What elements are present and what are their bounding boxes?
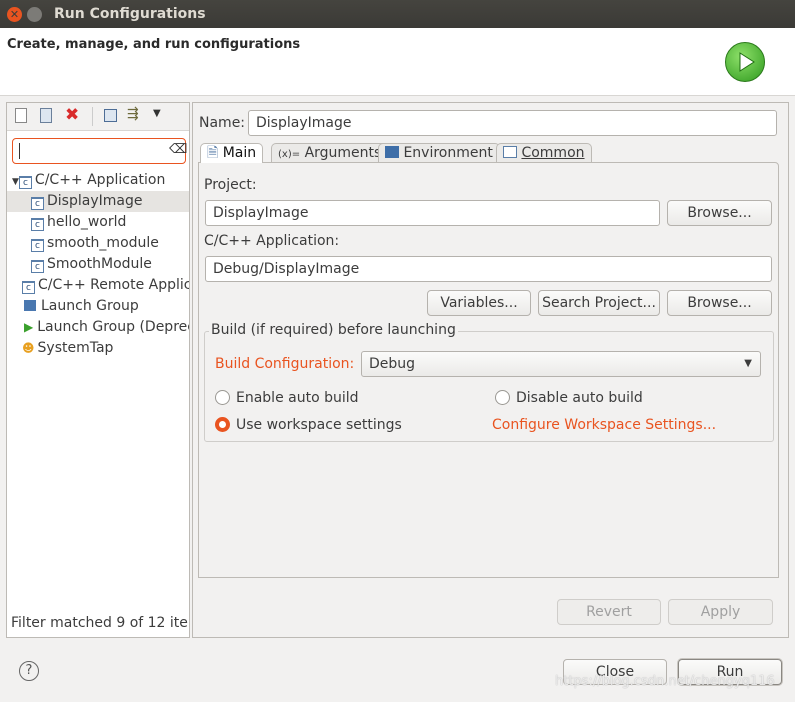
browse-project-button[interactable]: Browse... bbox=[667, 200, 772, 226]
new-config-icon[interactable] bbox=[15, 108, 27, 123]
tree-label: hello_world bbox=[47, 214, 127, 230]
dropdown-arrow-icon: ▼ bbox=[744, 358, 752, 369]
tree-label: C/C++ Application bbox=[34, 172, 166, 188]
tab-common[interactable]: Common bbox=[496, 143, 592, 163]
use-workspace-settings-radio[interactable]: Use workspace settings bbox=[215, 417, 402, 433]
dialog-subtitle: Create, manage, and run configurations bbox=[7, 37, 301, 52]
tab-label: Arguments bbox=[304, 145, 382, 161]
tree-item-cpp-application[interactable]: ▼ c C/C++ Application bbox=[7, 170, 189, 191]
launch-group-icon bbox=[24, 300, 36, 311]
application-label: C/C++ Application: bbox=[204, 233, 340, 249]
common-icon bbox=[503, 146, 517, 158]
revert-button[interactable]: Revert bbox=[557, 599, 661, 625]
radio-label: Use workspace settings bbox=[236, 417, 402, 433]
tree-label: Launch Group bbox=[41, 298, 139, 314]
name-input[interactable]: DisplayImage bbox=[248, 110, 777, 136]
main-tab-content: Project: DisplayImage Browse... C/C++ Ap… bbox=[198, 162, 779, 578]
title-bar: ✕ Run Configurations bbox=[0, 0, 795, 28]
tree-label: C/C++ Remote Application bbox=[38, 277, 189, 293]
toolbar-divider bbox=[92, 107, 93, 126]
tab-label: Common bbox=[521, 145, 585, 161]
tree-item-launch-group-deprecated[interactable]: ▶Launch Group (Deprecated) bbox=[7, 317, 189, 338]
cpp-remote-icon: c bbox=[22, 281, 35, 294]
run-icon bbox=[725, 42, 765, 82]
watermark: https://blog.csdn.net/chengyq116 bbox=[555, 674, 775, 689]
window-title: Run Configurations bbox=[54, 6, 206, 22]
config-tree: ▼ c C/C++ Application c DisplayImage c hello… bbox=[7, 170, 189, 360]
text-cursor bbox=[19, 143, 20, 159]
tab-arguments[interactable]: (x)= Arguments bbox=[271, 143, 389, 163]
search-project-button[interactable]: Search Project... bbox=[538, 290, 660, 316]
tab-label: Main bbox=[222, 145, 257, 161]
cpp-config-icon: c bbox=[31, 239, 44, 252]
filter-input[interactable]: ⌫ bbox=[12, 138, 187, 164]
tree-item-cpp-remote[interactable]: cC/C++ Remote Application bbox=[7, 275, 189, 296]
duplicate-icon[interactable] bbox=[40, 108, 52, 123]
browse-application-button[interactable]: Browse... bbox=[667, 290, 772, 316]
tab-environment[interactable]: Environment bbox=[378, 143, 500, 163]
name-label: Name: bbox=[199, 115, 246, 131]
tree-item-systemtap[interactable]: ☻ SystemTap bbox=[7, 338, 189, 359]
radio-icon bbox=[495, 390, 510, 405]
cpp-config-icon: c bbox=[31, 260, 44, 273]
help-icon[interactable]: ? bbox=[19, 661, 39, 681]
radio-label: Disable auto build bbox=[516, 390, 643, 406]
expand-arrow-icon[interactable]: ▼ bbox=[12, 177, 19, 187]
build-group: Build (if required) before launching Bui… bbox=[204, 322, 774, 442]
application-input[interactable]: Debug/DisplayImage bbox=[205, 256, 772, 282]
configure-workspace-link[interactable]: Configure Workspace Settings... bbox=[492, 417, 716, 433]
variables-button[interactable]: Variables... bbox=[427, 290, 531, 316]
build-config-label: Build Configuration: bbox=[215, 356, 355, 372]
radio-selected-icon bbox=[215, 417, 230, 432]
tree-item-launch-group[interactable]: Launch Group bbox=[7, 296, 189, 317]
cpp-config-icon: c bbox=[31, 197, 44, 210]
arguments-icon: (x)= bbox=[278, 149, 301, 160]
enable-auto-build-radio[interactable]: Enable auto build bbox=[215, 390, 359, 406]
clear-filter-icon[interactable]: ⌫ bbox=[169, 142, 187, 157]
tree-item-smooth-module[interactable]: c smooth_module bbox=[7, 233, 189, 254]
project-input[interactable]: DisplayImage bbox=[205, 200, 660, 226]
chevron-down-icon[interactable]: ▼ bbox=[153, 108, 161, 119]
collapse-all-icon[interactable] bbox=[104, 109, 117, 122]
filter-status: Filter matched 9 of 12 items bbox=[11, 615, 189, 631]
filter-icon[interactable]: ⇶ bbox=[127, 106, 139, 122]
config-list-panel: ✖ ⇶ ▼ ⌫ ▼ c C/C++ Application c DisplayImag… bbox=[6, 102, 190, 638]
cpp-config-icon: c bbox=[31, 218, 44, 231]
tree-label: DisplayImage bbox=[47, 193, 143, 209]
tree-label: smooth_module bbox=[47, 235, 159, 251]
dialog-header: Create, manage, and run configurations bbox=[0, 28, 795, 96]
tree-label: SystemTap bbox=[37, 340, 114, 356]
close-window-button[interactable]: ✕ bbox=[7, 7, 22, 22]
radio-icon bbox=[215, 390, 230, 405]
build-config-select[interactable]: Debug ▼ bbox=[361, 351, 761, 377]
tree-label: Launch Group (Deprecated) bbox=[37, 319, 189, 335]
disable-auto-build-radio[interactable]: Disable auto build bbox=[495, 390, 643, 406]
minimize-window-button[interactable] bbox=[27, 7, 42, 22]
tree-label: SmoothModule bbox=[47, 256, 152, 272]
tree-item-hello-world[interactable]: c hello_world bbox=[7, 212, 189, 233]
launch-play-icon: ▶ bbox=[24, 320, 34, 334]
select-value: Debug bbox=[369, 356, 416, 372]
tab-label: Environment bbox=[403, 145, 493, 161]
tree-item-displayimage[interactable]: c DisplayImage bbox=[7, 191, 189, 212]
environment-icon bbox=[385, 146, 399, 158]
tab-main[interactable]: 🗎 Main bbox=[200, 143, 264, 163]
list-toolbar: ✖ ⇶ ▼ bbox=[7, 103, 189, 131]
build-group-title: Build (if required) before launching bbox=[209, 322, 458, 338]
delete-icon[interactable]: ✖ bbox=[65, 105, 79, 125]
apply-button[interactable]: Apply bbox=[668, 599, 773, 625]
project-label: Project: bbox=[204, 177, 257, 193]
systemtap-icon: ☻ bbox=[22, 341, 35, 355]
radio-label: Enable auto build bbox=[236, 390, 359, 406]
tree-item-smoothmodule[interactable]: c SmoothModule bbox=[7, 254, 189, 275]
cpp-app-icon: c bbox=[18, 176, 32, 189]
main-tab-icon: 🗎 bbox=[207, 145, 219, 161]
